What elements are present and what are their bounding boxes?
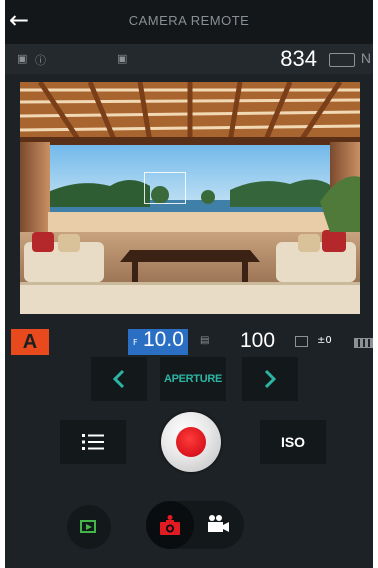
menu-button[interactable] — [60, 420, 126, 464]
camera-remote-screen: ← CAMERA REMOTE ▣ ⓘ ▣ 834 N A F 10.0 ▤ 1… — [5, 0, 373, 568]
sd-card-icon — [329, 53, 355, 67]
camera-mode-icon: ▣ — [117, 52, 128, 65]
playback-icon — [80, 520, 96, 533]
iso-value: 100 — [240, 329, 276, 352]
exposure-comp-icon — [295, 336, 308, 347]
quality-icon: ⓘ — [35, 54, 46, 67]
shooting-mode-badge: A — [11, 329, 49, 355]
page-title: CAMERA REMOTE — [128, 13, 250, 28]
aperture-readout[interactable]: F 10.0 — [128, 328, 188, 355]
exposure-comp-value: ±0 — [317, 335, 332, 346]
aperture-value: 10.0 — [143, 328, 184, 351]
chevron-left-icon — [112, 369, 125, 389]
live-view[interactable] — [20, 82, 360, 314]
next-setting-button[interactable] — [242, 357, 298, 401]
capture-mode-toggle — [146, 501, 244, 549]
shots-remaining: 834 — [280, 46, 317, 71]
video-mode-button[interactable] — [206, 514, 230, 538]
exposure-info-bar: A F 10.0 ▤ 100 ±0 — [5, 327, 373, 355]
aperture-setting-label: APERTURE — [160, 357, 226, 401]
header-bar: ← CAMERA REMOTE — [5, 0, 373, 44]
chevron-right-icon — [264, 369, 277, 389]
previous-setting-button[interactable] — [91, 357, 147, 401]
image-size-icon: ▣ — [17, 52, 28, 65]
shutter-button[interactable] — [161, 412, 221, 472]
shutter-icon — [176, 427, 206, 457]
status-bar: ▣ ⓘ ▣ 834 N — [5, 44, 373, 74]
camera-icon — [160, 515, 180, 535]
iso-icon: ▤ — [200, 335, 210, 346]
photo-mode-button[interactable] — [146, 501, 194, 549]
playback-button[interactable] — [67, 505, 111, 549]
video-camera-icon — [208, 515, 229, 532]
aperture-prefix: F — [133, 338, 138, 347]
focus-frame — [144, 172, 186, 204]
list-menu-icon — [82, 434, 104, 450]
iso-button[interactable]: ISO — [260, 420, 326, 464]
status-trailing-text: N — [360, 50, 371, 66]
battery-icon — [354, 338, 373, 348]
live-view-image — [20, 82, 360, 314]
